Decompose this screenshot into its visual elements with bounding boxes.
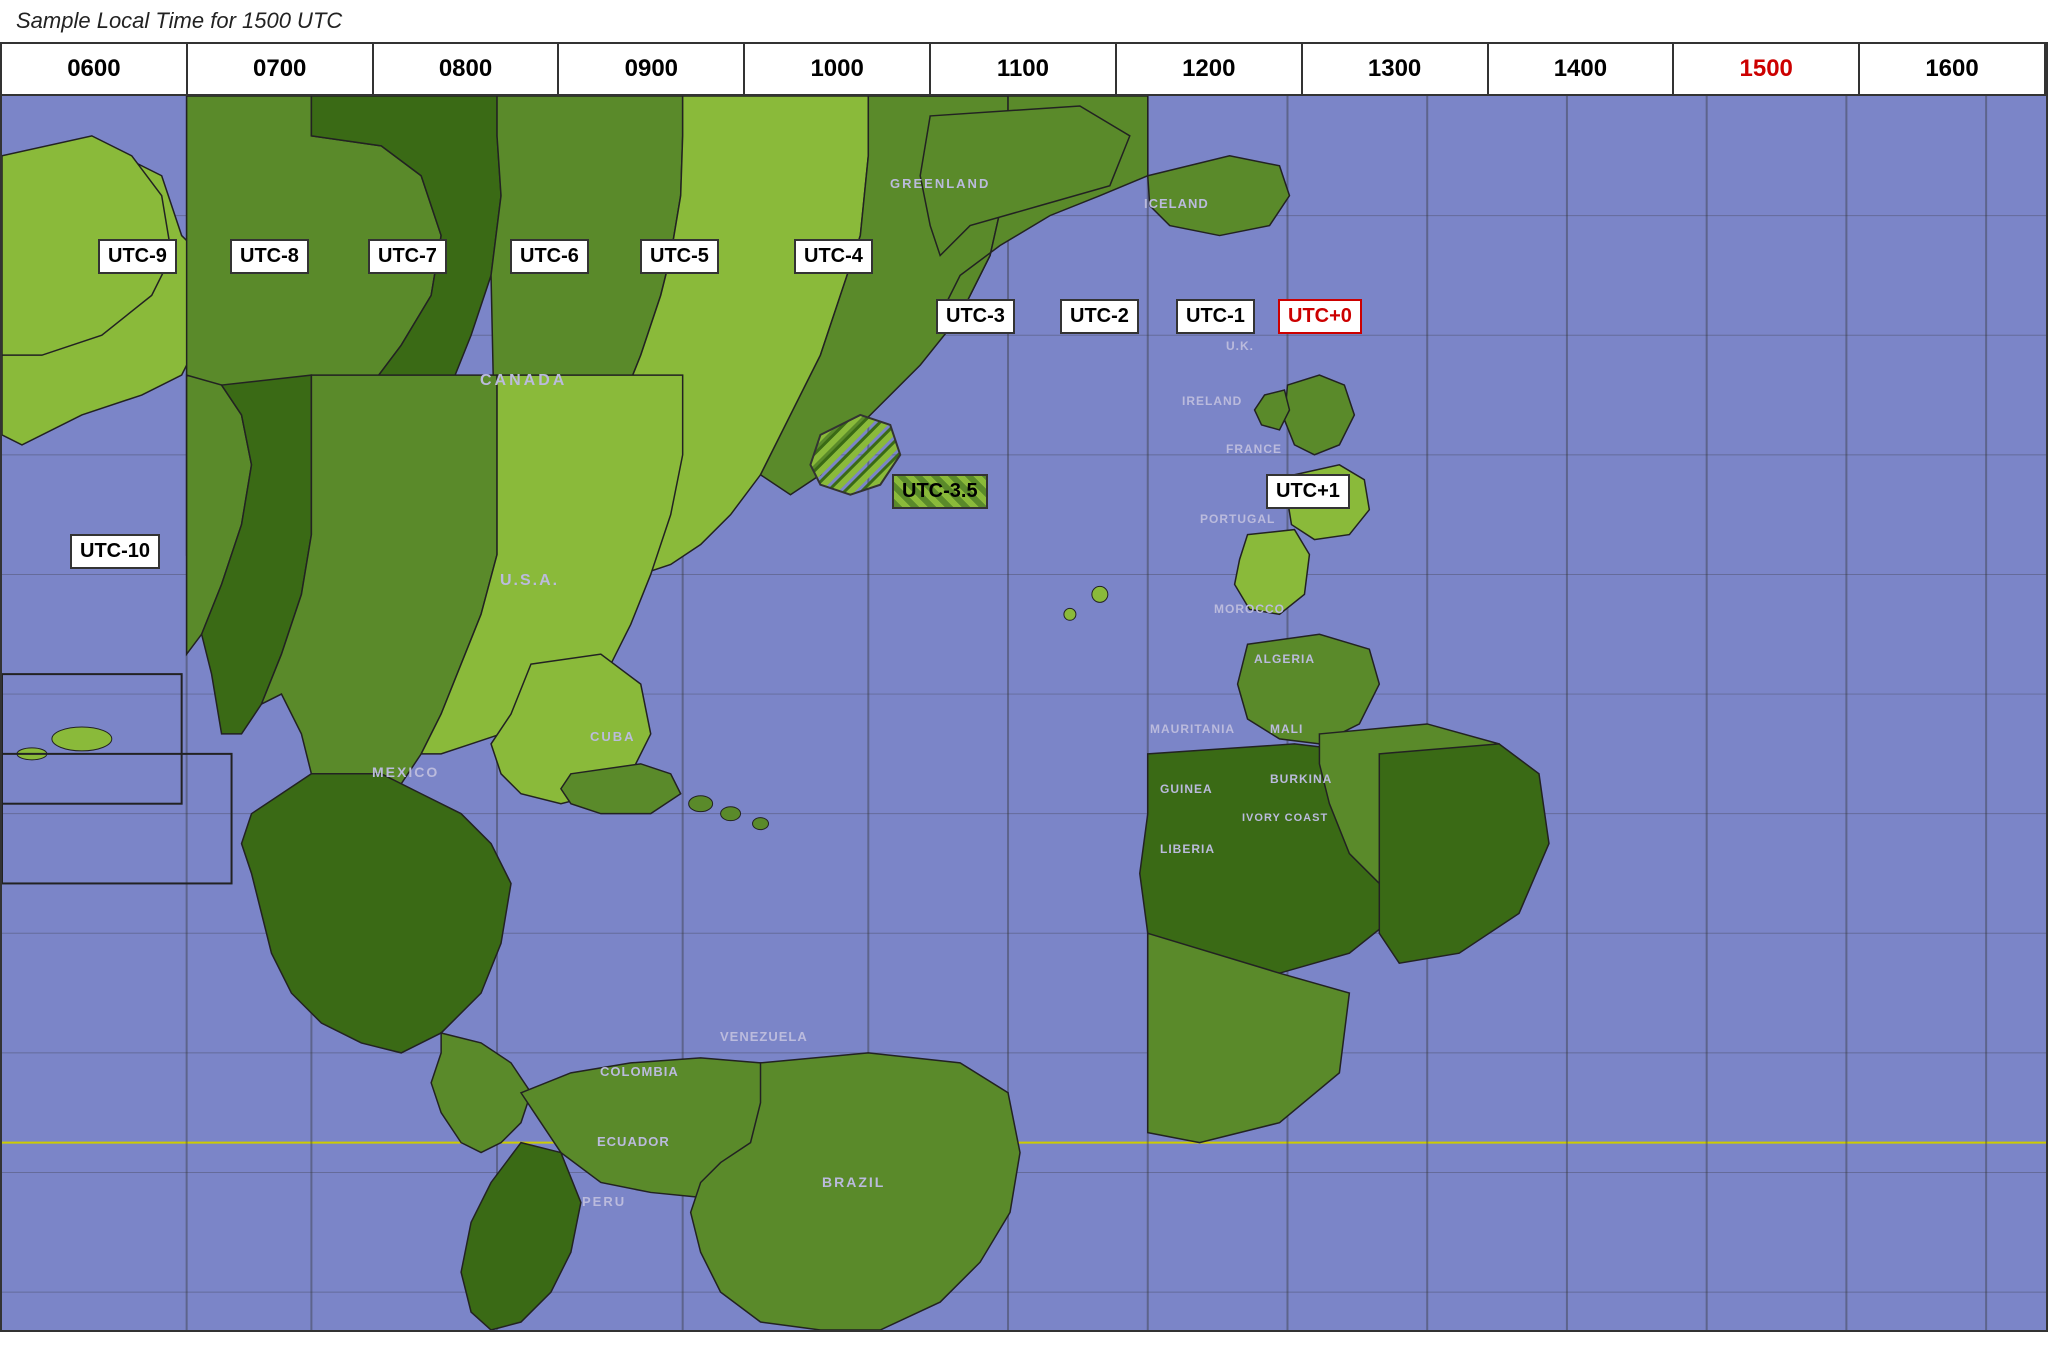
time-cell-0900: 0900 — [559, 44, 745, 94]
utc-neg2-label: UTC-2 — [1060, 299, 1139, 334]
uk-label: U.K. — [1226, 339, 1254, 353]
mexico-label: MEXICO — [372, 764, 439, 780]
greenland-label: GREENLAND — [890, 176, 990, 191]
morocco-label: MOROCCO — [1214, 602, 1285, 616]
utc-neg8-label: UTC-8 — [230, 239, 309, 274]
time-cell-0800: 0800 — [374, 44, 560, 94]
burkina-label: BURKINA — [1270, 772, 1332, 786]
canada-label: CANADA — [480, 372, 567, 390]
utc-neg6-label: UTC-6 — [510, 239, 589, 274]
time-header: 0600070008000900100011001200130014001500… — [2, 44, 2046, 96]
utc-plus1-label: UTC+1 — [1266, 474, 1350, 509]
usa-label: U.S.A. — [500, 572, 559, 590]
guinea-label: GUINEA — [1160, 782, 1213, 796]
utc-neg3-label: UTC-3 — [936, 299, 1015, 334]
utc-0-label: UTC+0 — [1278, 299, 1362, 334]
utc-neg7-label: UTC-7 — [368, 239, 447, 274]
time-cell-1200: 1200 — [1117, 44, 1303, 94]
mauritania-label: MAURITANIA — [1150, 722, 1235, 736]
cuba-label: CUBA — [590, 729, 636, 744]
utc-neg10-label: UTC-10 — [70, 534, 160, 569]
peru-label: PERU — [582, 1194, 626, 1209]
utc-neg4-label: UTC-4 — [794, 239, 873, 274]
map-container: 0600070008000900100011001200130014001500… — [0, 42, 2048, 1332]
utc-neg1-label: UTC-1 — [1176, 299, 1255, 334]
time-cell-1600: 1600 — [1860, 44, 2046, 94]
utc-neg9-label: UTC-9 — [98, 239, 177, 274]
colombia-label: COLOMBIA — [600, 1064, 679, 1079]
utc-neg5-label: UTC-5 — [640, 239, 719, 274]
ivory-coast-label: IVORY COAST — [1242, 812, 1328, 824]
utc-neg35-label: UTC-3.5 — [892, 474, 988, 509]
time-cell-1400: 1400 — [1489, 44, 1675, 94]
time-cell-0700: 0700 — [188, 44, 374, 94]
ecuador-label: ECUADOR — [597, 1134, 670, 1149]
iceland-label: ICELAND — [1144, 196, 1209, 211]
time-cell-1300: 1300 — [1303, 44, 1489, 94]
france-label: FRANCE — [1226, 442, 1282, 456]
mali-label: MALI — [1270, 722, 1303, 736]
brazil-label: BRAZIL — [822, 1174, 885, 1190]
portugal-label: PORTUGAL — [1200, 512, 1275, 526]
page-title: Sample Local Time for 1500 UTC — [0, 0, 2048, 42]
algeria-label: ALGERIA — [1254, 652, 1315, 666]
time-cell-1500: 1500 — [1674, 44, 1860, 94]
ireland-label: IRELAND — [1182, 394, 1242, 408]
time-cell-1100: 1100 — [931, 44, 1117, 94]
time-cell-0600: 0600 — [2, 44, 188, 94]
venezuela-label: VENEZUELA — [720, 1029, 808, 1044]
liberia-label: LIBERIA — [1160, 842, 1215, 856]
time-cell-1000: 1000 — [745, 44, 931, 94]
